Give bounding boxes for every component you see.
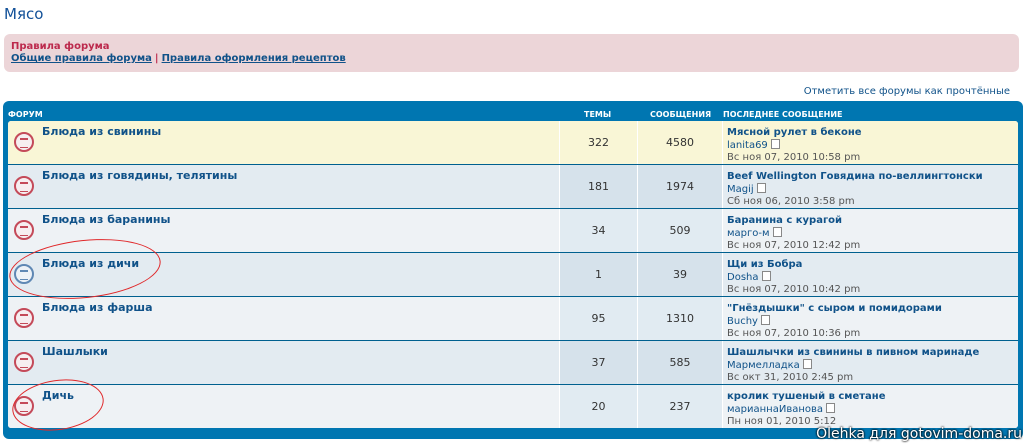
forum-read-icon [14, 176, 34, 196]
last-post-title-link[interactable]: "Гнёздышки" с сыром и помидорами [727, 303, 1018, 315]
topics-count: 20 [560, 385, 638, 428]
last-post-date: Вс ноя 07, 2010 12:42 pm [727, 240, 861, 251]
watermark-text: Olehka для gotovim-doma.ru [816, 426, 1022, 442]
forum-unread-icon [14, 264, 34, 284]
goto-last-post-icon[interactable] [826, 403, 836, 413]
last-post-cell: "Гнёздышки" с сыром и помидорами Buchy В… [723, 297, 1018, 340]
last-post-author: Buchy [727, 315, 1018, 328]
goto-last-post-icon[interactable] [770, 139, 780, 149]
last-post-author: Dosha [727, 271, 1018, 284]
forum-title-link[interactable]: Блюда из баранины [42, 213, 170, 226]
mark-all-read-link[interactable]: Отметить все форумы как прочтённые [804, 86, 1010, 97]
last-post-date: Вс окт 31, 2010 2:45 pm [727, 372, 854, 383]
forum-title-link[interactable]: Дичь [42, 389, 74, 402]
posts-count: 585 [638, 341, 723, 384]
last-post-author: марианнаИванова [727, 403, 1018, 416]
forum-row: Дичь 20 237 кролик тушеный в сметане мар… [8, 385, 1018, 428]
forum-cell: Блюда из свинины [8, 121, 560, 164]
last-post-author-link[interactable]: lanita69 [727, 140, 768, 151]
posts-count: 509 [638, 209, 723, 252]
forum-row: Блюда из дичи 1 39 Щи из Бобра Dosha Вс … [8, 253, 1018, 297]
topics-count: 322 [560, 121, 638, 164]
forum-rows: Блюда из свинины 322 4580 Мясной рулет в… [8, 121, 1018, 428]
last-post-title-link[interactable]: Мясной рулет в беконе [727, 127, 1018, 139]
last-post-author-link[interactable]: Buchy [727, 316, 758, 327]
goto-last-post-icon[interactable] [756, 183, 766, 193]
forum-title-link[interactable]: Блюда из фарша [42, 301, 153, 314]
forum-list: ФОРУМ ТЕМЫ СООБЩЕНИЯ ПОСЛЕДНЕЕ СООБЩЕНИЕ… [3, 101, 1023, 439]
header-last-post: ПОСЛЕДНЕЕ СООБЩЕНИЕ [723, 110, 843, 119]
forum-read-icon [14, 220, 34, 240]
last-post-title-link[interactable]: кролик тушеный в сметане [727, 391, 1018, 403]
posts-count: 1974 [638, 165, 723, 208]
posts-count: 1310 [638, 297, 723, 340]
goto-last-post-icon[interactable] [772, 227, 782, 237]
forum-read-icon [14, 352, 34, 372]
posts-count: 39 [638, 253, 723, 296]
last-post-cell: Щи из Бобра Dosha Вс ноя 07, 2010 10:42 … [723, 253, 1018, 296]
forum-read-icon [14, 308, 34, 328]
recipe-rules-link[interactable]: Правила оформления рецептов [162, 53, 346, 64]
header-posts: СООБЩЕНИЯ [650, 110, 712, 119]
rules-separator: | [154, 53, 159, 64]
topics-count: 95 [560, 297, 638, 340]
header-topics: ТЕМЫ [584, 110, 612, 119]
rules-links: Общие правила форума | Правила оформления … [11, 53, 1012, 65]
last-post-author-link[interactable]: Мармелладка [727, 360, 800, 371]
last-post-cell: Мясной рулет в беконе lanita69 Вс ноя 07… [723, 121, 1018, 164]
forum-row: Блюда из фарша 95 1310 "Гнёздышки" с сыр… [8, 297, 1018, 341]
general-rules-link[interactable]: Общие правила форума [11, 53, 152, 64]
last-post-author-link[interactable]: Dosha [727, 272, 759, 283]
forum-read-icon [14, 396, 34, 416]
last-post-date: Вс ноя 07, 2010 10:58 pm [727, 152, 861, 163]
last-post-author-link[interactable]: марианнаИванова [727, 404, 823, 415]
goto-last-post-icon[interactable] [760, 315, 770, 325]
last-post-author-link[interactable]: Magij [727, 184, 754, 195]
forum-cell: Блюда из говядины, телятины [8, 165, 560, 208]
forum-row: Блюда из баранины 34 509 Баранина с кура… [8, 209, 1018, 253]
goto-last-post-icon[interactable] [802, 359, 812, 369]
topics-count: 1 [560, 253, 638, 296]
posts-count: 4580 [638, 121, 723, 164]
forum-cell: Блюда из баранины [8, 209, 560, 252]
forum-title-link[interactable]: Блюда из говядины, телятины [42, 169, 237, 182]
last-post-cell: Баранина с курагой марго-м Вс ноя 07, 20… [723, 209, 1018, 252]
last-post-cell: Beef Wellington Говядина по-веллингтонск… [723, 165, 1018, 208]
forum-row: Блюда из свинины 322 4580 Мясной рулет в… [8, 121, 1018, 165]
forum-title-link[interactable]: Шашлыки [42, 345, 108, 358]
forum-list-header: ФОРУМ ТЕМЫ СООБЩЕНИЯ ПОСЛЕДНЕЕ СООБЩЕНИЕ [8, 104, 1018, 121]
forum-title-link[interactable]: Блюда из свинины [42, 125, 161, 138]
last-post-date: Вс ноя 07, 2010 10:42 pm [727, 284, 861, 295]
last-post-author: Magij [727, 183, 1018, 196]
forum-cell: Блюда из дичи [8, 253, 560, 296]
last-post-title-link[interactable]: Щи из Бобра [727, 259, 1018, 271]
last-post-title-link[interactable]: Beef Wellington Говядина по-веллингтонск… [727, 171, 1018, 183]
forum-cell: Дичь [8, 385, 560, 428]
forum-read-icon [14, 132, 34, 152]
forum-rules-box: Правила форума Общие правила форума | Прав… [4, 34, 1019, 72]
last-post-author: Мармелладка [727, 359, 1018, 372]
posts-count: 237 [638, 385, 723, 428]
topics-count: 34 [560, 209, 638, 252]
forum-row: Блюда из говядины, телятины 181 1974 Bee… [8, 165, 1018, 209]
last-post-cell: Шашлычки из свинины в пивном маринаде Ма… [723, 341, 1018, 384]
forum-title-link[interactable]: Блюда из дичи [42, 257, 139, 270]
last-post-author-link[interactable]: марго-м [727, 228, 770, 239]
forum-cell: Блюда из фарша [8, 297, 560, 340]
last-post-date: Вс ноя 07, 2010 10:36 pm [727, 328, 861, 339]
last-post-title-link[interactable]: Шашлычки из свинины в пивном маринаде [727, 347, 1018, 359]
topics-count: 181 [560, 165, 638, 208]
last-post-author: марго-м [727, 227, 1018, 240]
topics-count: 37 [560, 341, 638, 384]
last-post-author: lanita69 [727, 139, 1018, 152]
forum-row: Шашлыки 37 585 Шашлычки из свинины в пив… [8, 341, 1018, 385]
page-title: Мясо [4, 5, 44, 23]
last-post-date: Сб ноя 06, 2010 3:58 pm [727, 196, 855, 207]
forum-cell: Шашлыки [8, 341, 560, 384]
last-post-title-link[interactable]: Баранина с курагой [727, 215, 1018, 227]
rules-title: Правила форума [11, 41, 110, 52]
header-forum: ФОРУМ [8, 110, 43, 119]
goto-last-post-icon[interactable] [761, 271, 771, 281]
last-post-cell: кролик тушеный в сметане марианнаИванова… [723, 385, 1018, 428]
